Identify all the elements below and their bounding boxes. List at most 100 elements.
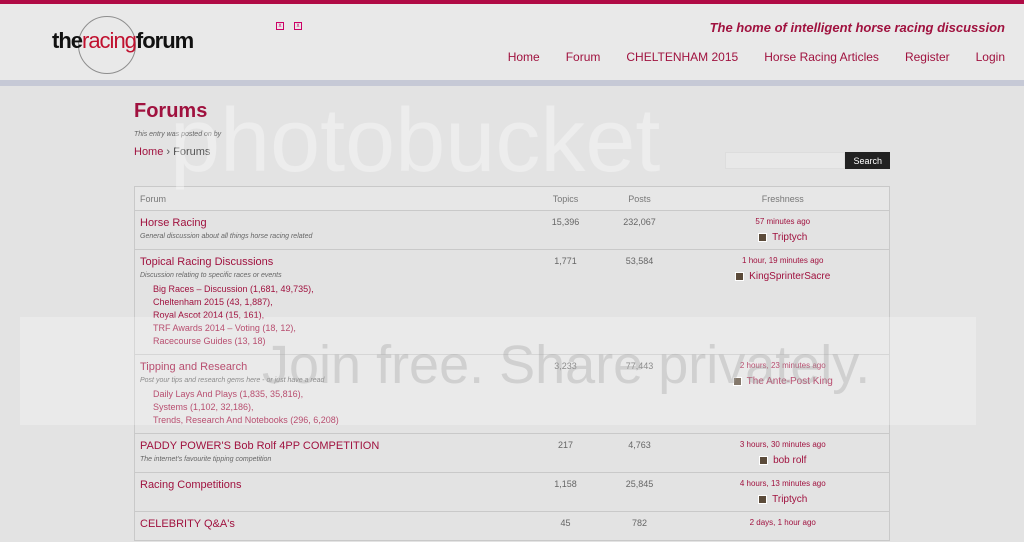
header-separator: [0, 80, 1024, 86]
table-row: Topical Racing Discussions Discussion rel…: [134, 249, 890, 355]
page-title: Forums: [134, 100, 208, 122]
col-posts: Posts: [602, 186, 677, 211]
freshness-user[interactable]: Triptych: [682, 232, 885, 243]
small-square-icon[interactable]: x: [276, 22, 284, 30]
content-area: Forums This entry was posted on by Home …: [134, 100, 890, 541]
site-header: theracingforum x x The home of intellige…: [0, 4, 1024, 80]
username-link[interactable]: Triptych: [772, 494, 807, 505]
forum-description: The internet's favourite tipping competi…: [140, 456, 272, 463]
col-forum: Forum: [134, 186, 529, 211]
breadcrumb-home[interactable]: Home: [134, 146, 163, 158]
forum-title-link[interactable]: Horse Racing: [140, 217, 207, 229]
topics-count: 1,771: [528, 249, 603, 355]
freshness-cell: 4 hours, 13 minutes ago Triptych: [676, 472, 890, 512]
subforum-link[interactable]: Daily Lays And Plays (1,835, 35,816),: [153, 388, 524, 401]
forum-description: Post your tips and research gems here - …: [140, 377, 325, 384]
freshness-user[interactable]: KingSprinterSacre: [682, 271, 885, 282]
logo-the: the: [52, 28, 83, 53]
topics-count: 45: [528, 511, 603, 541]
subforum-link[interactable]: TRF Awards 2014 – Voting (18, 12),: [153, 322, 524, 335]
forum-cell: Tipping and Research Post your tips and r…: [134, 354, 529, 434]
posts-count: 4,763: [602, 433, 677, 473]
forum-cell: Racing Competitions: [134, 472, 529, 512]
col-topics: Topics: [528, 186, 603, 211]
topics-count: 217: [528, 433, 603, 473]
forum-description: Discussion relating to specific races or…: [140, 272, 282, 279]
user-avatar-icon: [758, 495, 768, 504]
posts-count: 232,067: [602, 210, 677, 250]
small-square-icon[interactable]: x: [294, 22, 302, 30]
search-button[interactable]: Search: [845, 152, 890, 169]
header-small-icons: x x: [276, 22, 302, 30]
subforum-link[interactable]: Big Races – Discussion (1,681, 49,735),: [153, 283, 524, 296]
topics-count: 3,233: [528, 354, 603, 434]
user-avatar-icon: [732, 377, 742, 386]
username-link[interactable]: The Ante-Post King: [747, 376, 833, 387]
freshness-cell: 3 hours, 30 minutes ago bob rolf: [676, 433, 890, 473]
nav-forum[interactable]: Forum: [566, 50, 601, 64]
user-avatar-icon: [735, 272, 745, 281]
forum-table: Forum Topics Posts Freshness Horse Racin…: [134, 186, 890, 541]
freshness-user[interactable]: bob rolf: [682, 455, 885, 466]
forum-description: General discussion about all things hors…: [140, 233, 313, 240]
table-row: Racing Competitions 1,158 25,845 4 hours, 1…: [134, 472, 890, 512]
subforum-link[interactable]: Royal Ascot 2014 (15, 161),: [153, 309, 524, 322]
posts-count: 53,584: [602, 249, 677, 355]
freshness-time-link[interactable]: 4 hours, 13 minutes ago: [682, 479, 885, 488]
forum-cell: PADDY POWER'S Bob Rolf 4PP COMPETITION Th…: [134, 433, 529, 473]
username-link[interactable]: KingSprinterSacre: [749, 271, 830, 282]
username-link[interactable]: Triptych: [772, 232, 807, 243]
forum-title-link[interactable]: Topical Racing Discussions: [140, 256, 273, 268]
posted-meta: This entry was posted on by: [134, 131, 222, 138]
table-row: CELEBRITY Q&A's 45 782 2 days, 1 hour ago: [134, 511, 890, 541]
forum-cell: Horse Racing General discussion about all…: [134, 210, 529, 250]
forum-table-body: Horse Racing General discussion about all…: [134, 210, 890, 541]
table-row: Tipping and Research Post your tips and r…: [134, 354, 890, 434]
table-row: PADDY POWER'S Bob Rolf 4PP COMPETITION Th…: [134, 433, 890, 473]
forum-cell: Topical Racing Discussions Discussion rel…: [134, 249, 529, 355]
logo-racing: racing: [82, 28, 137, 53]
forum-title-link[interactable]: Racing Competitions: [140, 479, 242, 491]
subforum-link[interactable]: Systems (1,102, 32,186),: [153, 401, 524, 414]
freshness-time-link[interactable]: 2 hours, 23 minutes ago: [682, 361, 885, 370]
nav-home[interactable]: Home: [508, 50, 540, 64]
user-avatar-icon: [758, 233, 768, 242]
nav-register[interactable]: Register: [905, 50, 950, 64]
table-row: Horse Racing General discussion about all…: [134, 210, 890, 250]
nav-horse-racing-articles[interactable]: Horse Racing Articles: [764, 50, 879, 64]
freshness-user[interactable]: The Ante-Post King: [682, 376, 885, 387]
freshness-cell: 2 days, 1 hour ago: [676, 511, 890, 541]
topics-count: 15,396: [528, 210, 603, 250]
forum-title-link[interactable]: Tipping and Research: [140, 361, 247, 373]
freshness-time-link[interactable]: 1 hour, 19 minutes ago: [682, 256, 885, 265]
freshness-time-link[interactable]: 2 days, 1 hour ago: [682, 518, 885, 527]
search-input[interactable]: [725, 152, 846, 169]
logo-forum: forum: [135, 28, 194, 53]
site-logo[interactable]: theracingforum: [52, 28, 194, 54]
user-avatar-icon: [759, 456, 769, 465]
col-freshness: Freshness: [676, 186, 890, 211]
freshness-cell: 2 hours, 23 minutes ago The Ante-Post Kin…: [676, 354, 890, 434]
freshness-cell: 57 minutes ago Triptych: [676, 210, 890, 250]
freshness-time-link[interactable]: 57 minutes ago: [682, 217, 885, 226]
username-link[interactable]: bob rolf: [773, 455, 806, 466]
forum-title-link[interactable]: PADDY POWER'S Bob Rolf 4PP COMPETITION: [140, 440, 379, 452]
freshness-user[interactable]: Triptych: [682, 494, 885, 505]
forum-cell: CELEBRITY Q&A's: [134, 511, 529, 541]
freshness-cell: 1 hour, 19 minutes ago KingSprinterSacre: [676, 249, 890, 355]
subforum-link[interactable]: Cheltenham 2015 (43, 1,887),: [153, 296, 524, 309]
search-form: Search: [725, 152, 890, 169]
freshness-time-link[interactable]: 3 hours, 30 minutes ago: [682, 440, 885, 449]
breadcrumb-separator: ›: [163, 146, 174, 158]
subforum-link[interactable]: Racecourse Guides (13, 18): [153, 335, 524, 348]
forum-title-link[interactable]: CELEBRITY Q&A's: [140, 518, 235, 530]
nav-cheltenham-2015[interactable]: CHELTENHAM 2015: [626, 50, 738, 64]
subforum-link[interactable]: Trends, Research And Notebooks (296, 6,2…: [153, 414, 524, 427]
posts-count: 77,443: [602, 354, 677, 434]
breadcrumb-current: Forums: [173, 146, 211, 158]
posts-count: 25,845: [602, 472, 677, 512]
topics-count: 1,158: [528, 472, 603, 512]
main-navigation: Home Forum CHELTENHAM 2015 Horse Racing …: [508, 50, 1005, 64]
site-tagline: The home of intelligent horse racing dis…: [709, 20, 1005, 35]
nav-login[interactable]: Login: [976, 50, 1005, 64]
